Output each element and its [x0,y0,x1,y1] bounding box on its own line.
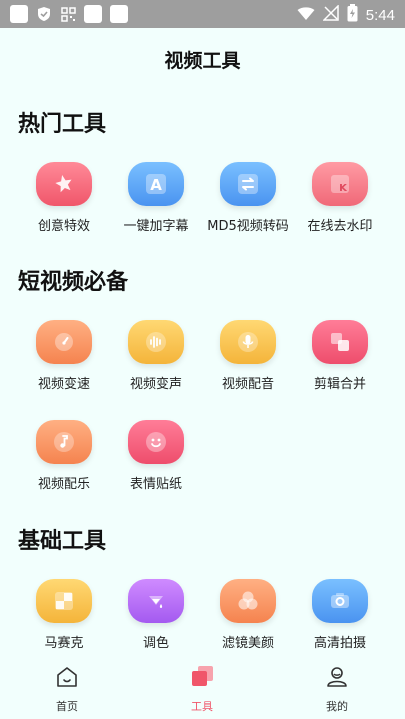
nav-home-label: 首页 [56,700,78,713]
tool-voice-change[interactable]: 视频变声 [110,320,202,392]
profile-icon [297,664,377,690]
speedometer-icon [36,320,92,364]
tool-label: 滤镜美颜 [221,636,274,651]
letter-a-icon: A [128,162,184,206]
shield-icon [36,6,52,22]
tool-label: 高清拍摄 [313,636,366,651]
tools-icon [162,664,242,690]
filter-circles-icon [220,579,276,623]
tool-label: 剪辑合并 [313,377,366,392]
status-bar: 5:44 [0,0,405,28]
tool-hd-shooting[interactable]: 高清拍摄 [294,579,386,651]
wifi-icon [297,6,315,25]
tool-mosaic[interactable]: 马赛克 [18,579,110,651]
mosaic-icon [36,579,92,623]
nav-mine[interactable]: 我的 [297,664,377,714]
nav-mine-label: 我的 [326,700,348,713]
no-signal-icon [321,4,339,25]
tool-clip-merge[interactable]: 剪辑合并 [294,320,386,392]
battery-icon [347,4,358,26]
section-title-short-video: 短视频必备 [18,270,129,295]
section-title-hot-tools: 热门工具 [18,112,107,137]
tool-label: 视频变声 [129,377,182,392]
tool-background-music[interactable]: 视频配乐 [18,420,110,492]
nav-tools[interactable]: 工具 [162,664,242,714]
svg-text:A: A [150,176,162,194]
tool-creative-effects[interactable]: 创意特效 [18,162,110,234]
notification-square-icon [84,5,102,23]
nav-home[interactable]: 首页 [27,664,107,714]
tool-label: 一键加字幕 [123,219,189,234]
tool-label: MD5视频转码 [207,219,289,234]
smiley-icon [128,420,184,464]
bottom-navigation: 首页 工具 我的 [0,658,405,719]
tool-filter-beauty[interactable]: 滤镜美颜 [202,579,294,651]
star-icon [36,162,92,206]
tool-label: 马赛克 [44,636,84,651]
music-note-icon [36,420,92,464]
notification-square-icon [110,5,128,23]
tool-label: 创意特效 [37,219,90,234]
home-icon [27,664,107,690]
tool-video-speed[interactable]: 视频变速 [18,320,110,392]
page-title: 视频工具 [164,50,241,72]
svg-text:K: K [339,183,348,194]
section-title-basic-tools: 基础工具 [18,529,107,554]
tool-emoji-stickers[interactable]: 表情贴纸 [110,420,202,492]
convert-arrows-icon [220,162,276,206]
tool-remove-watermark[interactable]: K 在线去水印 [294,162,386,234]
sound-wave-icon [128,320,184,364]
clock-time: 5:44 [365,6,395,24]
paint-bucket-icon [128,579,184,623]
tool-label: 在线去水印 [307,219,373,234]
tool-label: 视频变速 [37,377,90,392]
merge-squares-icon [312,320,368,364]
tool-color-grading[interactable]: 调色 [110,579,202,651]
tool-add-subtitles[interactable]: A 一键加字幕 [110,162,202,234]
tool-label: 调色 [142,636,169,651]
letter-k-icon: K [312,162,368,206]
tool-dubbing[interactable]: 视频配音 [202,320,294,392]
tool-label: 表情贴纸 [129,477,182,492]
tool-label: 视频配乐 [37,477,90,492]
tool-md5-transcode[interactable]: MD5视频转码 [202,162,294,234]
microphone-icon [220,320,276,364]
camera-icon [312,579,368,623]
nav-tools-label: 工具 [191,700,213,713]
notification-square-icon [10,5,28,23]
qr-grid-icon [60,6,76,22]
tool-label: 视频配音 [221,377,274,392]
